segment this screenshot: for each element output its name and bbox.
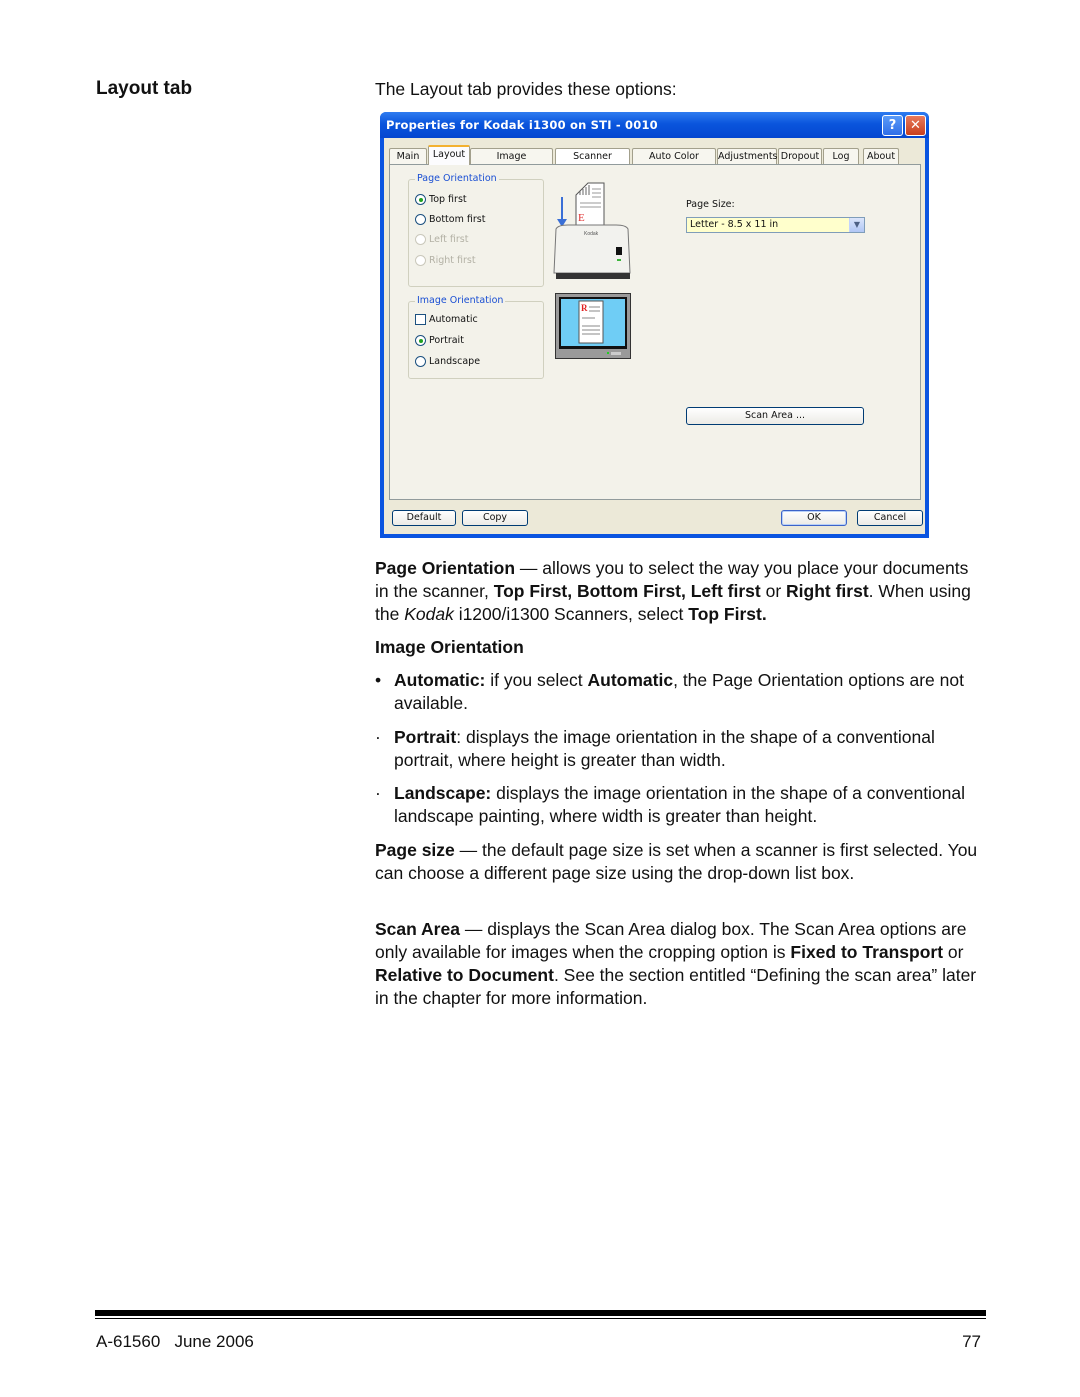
tab-main[interactable]: Main bbox=[389, 148, 427, 164]
text: : displays the image orientation in the … bbox=[394, 727, 935, 770]
radio-top-first-label: Top first bbox=[429, 194, 467, 205]
term-scan-area: Scan Area bbox=[375, 919, 460, 939]
bullet-portrait: · Portrait: displays the image orientati… bbox=[375, 726, 985, 772]
bold-text: Automatic bbox=[587, 670, 674, 690]
footer-rule bbox=[95, 1310, 986, 1316]
scan-area-description: Scan Area — displays the Scan Area dialo… bbox=[375, 918, 985, 1010]
copy-button[interactable]: Copy bbox=[462, 510, 528, 526]
text: — the default page size is set when a sc… bbox=[375, 840, 978, 883]
help-icon[interactable]: ? bbox=[882, 115, 903, 136]
tab-dropout[interactable]: Dropout bbox=[778, 148, 822, 164]
tab-layout[interactable]: Layout bbox=[428, 145, 470, 165]
scan-area-button[interactable]: Scan Area ... bbox=[686, 407, 864, 425]
radio-portrait[interactable]: Portrait bbox=[415, 335, 464, 346]
bullet-icon: · bbox=[375, 783, 381, 803]
radio-icon bbox=[415, 234, 426, 245]
radio-landscape[interactable]: Landscape bbox=[415, 356, 480, 367]
tab-auto-color-detect[interactable]: Auto Color Detect bbox=[632, 148, 716, 178]
page-number: 77 bbox=[962, 1332, 981, 1351]
page-size-dropdown[interactable]: Letter - 8.5 x 11 in ▼ bbox=[686, 217, 865, 233]
checkbox-icon bbox=[415, 314, 426, 325]
section-title: Layout tab bbox=[96, 78, 193, 99]
bold-text: Fixed to Transport bbox=[790, 942, 944, 962]
term-landscape: Landscape: bbox=[394, 783, 492, 803]
page-size-label: Page Size: bbox=[686, 199, 735, 210]
radio-left-first-label: Left first bbox=[429, 234, 469, 245]
bold-text: Right first bbox=[786, 581, 869, 601]
text: if you select bbox=[485, 670, 588, 690]
layout-tab-panel: Page Orientation Top first Bottom first … bbox=[389, 164, 921, 500]
bold-text: Top First. bbox=[688, 604, 767, 624]
tab-log[interactable]: Log bbox=[823, 148, 859, 164]
term-automatic: Automatic: bbox=[394, 670, 486, 690]
tab-image-processing[interactable]: Image Processing bbox=[470, 148, 553, 178]
text: or bbox=[760, 581, 787, 601]
term-page-size: Page size bbox=[375, 840, 455, 860]
bold-text: Relative to Document bbox=[375, 965, 554, 985]
radio-bottom-first-label: Bottom first bbox=[429, 214, 486, 225]
bold-text: Top First, Bottom First, Left first bbox=[493, 581, 761, 601]
radio-checked-icon bbox=[415, 194, 426, 205]
tab-about[interactable]: About bbox=[863, 148, 899, 164]
intro-text: The Layout tab provides these options: bbox=[375, 79, 677, 99]
radio-checked-icon bbox=[415, 335, 426, 346]
radio-icon bbox=[415, 214, 426, 225]
term-portrait: Portrait bbox=[394, 727, 457, 747]
close-icon[interactable]: ✕ bbox=[905, 115, 926, 136]
cancel-button[interactable]: Cancel bbox=[857, 510, 923, 526]
page-orientation-group: Page Orientation Top first Bottom first … bbox=[408, 173, 544, 287]
page-orientation-description: Page Orientation — allows you to select … bbox=[375, 557, 985, 626]
image-orientation-group: Image Orientation Automatic Portrait Lan… bbox=[408, 295, 544, 379]
scanner-brand-label: Kodak bbox=[584, 231, 599, 237]
svg-text:R: R bbox=[581, 303, 588, 313]
image-orientation-label: Image Orientation bbox=[415, 295, 506, 306]
text: i1200/i1300 Scanners, select bbox=[453, 604, 689, 624]
radio-bottom-first[interactable]: Bottom first bbox=[415, 214, 485, 225]
bullet-icon: • bbox=[375, 670, 382, 690]
page-size-value: Letter - 8.5 x 11 in bbox=[690, 219, 779, 230]
svg-text:E: E bbox=[578, 212, 585, 224]
radio-icon bbox=[415, 255, 426, 266]
radio-portrait-label: Portrait bbox=[429, 335, 464, 346]
radio-top-first[interactable]: Top first bbox=[415, 194, 467, 205]
radio-right-first[interactable]: Right first bbox=[415, 255, 476, 266]
radio-landscape-label: Landscape bbox=[429, 356, 481, 367]
scanner-icon: E Kodak bbox=[553, 182, 631, 279]
text: or bbox=[943, 942, 964, 962]
dialog-titlebar: Properties for Kodak i1300 on STI - 0010… bbox=[380, 112, 929, 138]
page-size-description: Page size — the default page size is set… bbox=[375, 839, 985, 885]
footer-rule-thin bbox=[95, 1318, 986, 1319]
properties-dialog: Properties for Kodak i1300 on STI - 0010… bbox=[380, 112, 929, 538]
radio-right-first-label: Right first bbox=[429, 255, 476, 266]
page-orientation-label: Page Orientation bbox=[415, 173, 499, 184]
monitor-preview-icon: R bbox=[555, 293, 631, 359]
bullet-automatic: • Automatic: if you select Automatic, th… bbox=[375, 669, 985, 715]
footer-doc-id: A-61560 June 2006 bbox=[96, 1332, 254, 1351]
tab-adjustments[interactable]: Adjustments bbox=[717, 148, 778, 164]
bullet-icon: · bbox=[375, 727, 381, 747]
checkbox-automatic-label: Automatic bbox=[429, 314, 478, 325]
radio-left-first[interactable]: Left first bbox=[415, 234, 468, 245]
term-page-orientation: Page Orientation bbox=[375, 558, 516, 578]
bullet-landscape: · Landscape: displays the image orientat… bbox=[375, 782, 985, 828]
default-button[interactable]: Default bbox=[392, 510, 456, 526]
ok-button[interactable]: OK bbox=[781, 510, 847, 526]
dialog-client: Main Layout Image Processing Scanner Aut… bbox=[384, 138, 925, 534]
image-orientation-heading: Image Orientation bbox=[375, 637, 524, 657]
italic-text: Kodak bbox=[404, 604, 454, 624]
chevron-down-icon[interactable]: ▼ bbox=[849, 218, 864, 232]
dialog-title: Properties for Kodak i1300 on STI - 0010 bbox=[386, 118, 658, 132]
tab-scanner[interactable]: Scanner bbox=[555, 148, 630, 164]
checkbox-automatic[interactable]: Automatic bbox=[415, 314, 478, 325]
radio-icon bbox=[415, 356, 426, 367]
